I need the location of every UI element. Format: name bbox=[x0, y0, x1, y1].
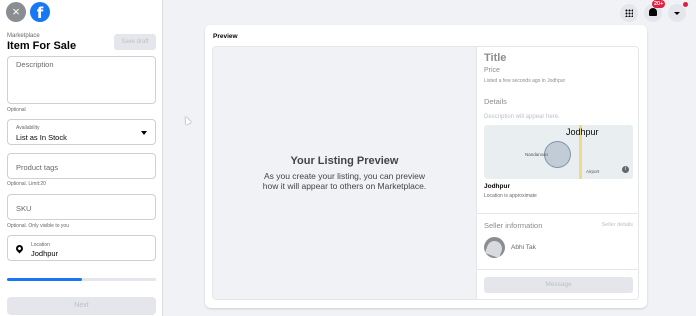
divider bbox=[477, 213, 638, 214]
map-area-label: Nandanvan bbox=[525, 152, 549, 157]
chevron-down-icon bbox=[674, 12, 680, 15]
description-field[interactable]: Description bbox=[7, 56, 156, 104]
top-icons: × f bbox=[6, 2, 50, 22]
breadcrumb[interactable]: Marketplace bbox=[7, 33, 40, 39]
account-alert-dot bbox=[683, 2, 688, 7]
location-label: Location bbox=[31, 242, 50, 248]
sku-helper: Optional. Only visible to you bbox=[7, 223, 69, 229]
preview-frame: Your Listing Preview As you create your … bbox=[212, 46, 639, 300]
location-approx-note: Location is approximate bbox=[484, 193, 537, 199]
dropdown-caret-icon bbox=[141, 131, 147, 135]
product-tags-helper: Optional. Limit:20 bbox=[7, 181, 46, 187]
listing-title: Title bbox=[484, 52, 507, 64]
listing-image-area: Your Listing Preview As you create your … bbox=[213, 47, 476, 299]
listing-time: Listed a few seconds ago in Jodhpur bbox=[484, 78, 566, 84]
form-progress-bar bbox=[7, 278, 156, 281]
facebook-logo-icon[interactable]: f bbox=[30, 2, 50, 22]
location-input[interactable]: Location Jodhpur bbox=[7, 235, 156, 261]
preview-placeholder-title: Your Listing Preview bbox=[290, 155, 399, 167]
seller-details-link[interactable]: Seller details bbox=[602, 222, 634, 228]
preview-placeholder-line-2: how it will appear to others on Marketpl… bbox=[262, 181, 427, 191]
seller-heading: Seller information bbox=[484, 221, 543, 230]
avatar bbox=[484, 237, 505, 258]
sku-input[interactable]: SKU bbox=[7, 194, 156, 220]
details-heading: Details bbox=[484, 97, 507, 106]
location-pin-icon bbox=[14, 243, 25, 254]
map-location-circle bbox=[544, 141, 571, 168]
listing-form-panel: × f Marketplace Item For Sale Save draft… bbox=[0, 0, 163, 316]
divider bbox=[477, 269, 638, 270]
account-button[interactable] bbox=[668, 2, 688, 22]
availability-value: List as In Stock bbox=[16, 133, 67, 142]
next-button[interactable]: Next bbox=[7, 297, 156, 315]
product-tags-placeholder: Product tags bbox=[16, 163, 59, 172]
preview-placeholder-text: As you create your listing, you can prev… bbox=[213, 171, 476, 191]
map-airport-label: Airport bbox=[586, 169, 600, 174]
location-value: Jodhpur bbox=[31, 249, 59, 258]
notification-badge: 20+ bbox=[652, 0, 666, 8]
seller-name: Abhi Tak bbox=[511, 244, 536, 251]
sku-placeholder: SKU bbox=[16, 204, 32, 213]
preview-placeholder-line-1: As you create your listing, you can prev… bbox=[263, 171, 426, 181]
description-helper: Optional bbox=[7, 107, 26, 113]
availability-label: Availability bbox=[16, 125, 40, 131]
info-icon[interactable]: i bbox=[622, 166, 629, 173]
listing-details-panel: Title Price Listed a few seconds ago in … bbox=[476, 47, 638, 299]
bell-icon bbox=[649, 8, 657, 16]
location-map: Jodhpur Nandanvan Airport i bbox=[484, 125, 633, 179]
notifications-button[interactable]: 20+ bbox=[644, 0, 666, 22]
product-tags-input[interactable]: Product tags bbox=[7, 153, 156, 179]
form-progress-fill bbox=[7, 278, 82, 281]
grid-menu-icon bbox=[625, 9, 633, 17]
save-draft-button[interactable]: Save draft bbox=[114, 34, 156, 50]
description-placeholder-text: Description will appear here. bbox=[484, 114, 560, 120]
preview-card: Preview Your Listing Preview As you crea… bbox=[205, 25, 647, 308]
availability-select[interactable]: Availability List as In Stock bbox=[7, 119, 156, 145]
page-title: Item For Sale bbox=[7, 40, 77, 52]
menu-button[interactable] bbox=[620, 4, 638, 22]
description-placeholder: Description bbox=[16, 60, 54, 69]
header-icons: 20+ bbox=[620, 0, 688, 22]
mouse-cursor-icon bbox=[182, 115, 192, 125]
preview-heading: Preview bbox=[213, 33, 238, 40]
close-icon[interactable]: × bbox=[6, 2, 26, 22]
message-button[interactable]: Message bbox=[484, 277, 633, 293]
listing-price: Price bbox=[484, 67, 500, 74]
listing-city: Jodhpur bbox=[484, 183, 510, 190]
map-city-label: Jodhpur bbox=[566, 127, 599, 137]
